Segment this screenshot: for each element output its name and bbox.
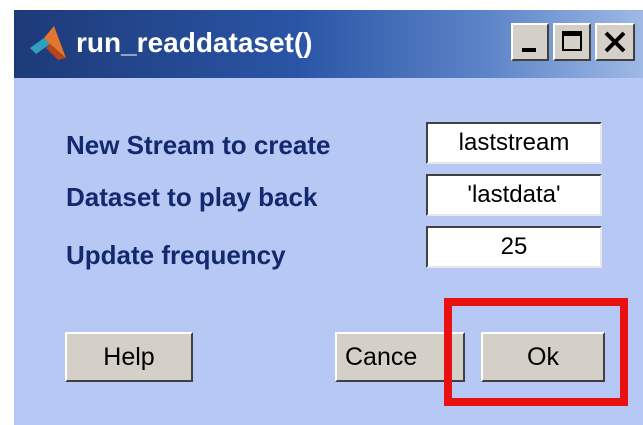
minimize-icon bbox=[522, 48, 536, 52]
close-button[interactable] bbox=[595, 23, 635, 61]
maximize-button[interactable] bbox=[553, 23, 591, 61]
new-stream-label: New Stream to create bbox=[66, 130, 331, 160]
title-bar[interactable]: run_readdataset() bbox=[14, 10, 643, 78]
new-stream-input[interactable]: laststream bbox=[426, 122, 602, 164]
matlab-logo-icon bbox=[30, 26, 66, 60]
close-icon bbox=[604, 31, 626, 53]
update-frequency-input[interactable]: 25 bbox=[426, 226, 602, 268]
minimize-button[interactable] bbox=[511, 23, 549, 61]
ok-highlight-box bbox=[444, 298, 628, 406]
dataset-input[interactable]: 'lastdata' bbox=[426, 174, 602, 216]
dataset-label: Dataset to play back bbox=[66, 182, 318, 212]
maximize-icon bbox=[562, 31, 582, 51]
window-title: run_readdataset() bbox=[76, 27, 313, 58]
update-frequency-label: Update frequency bbox=[66, 240, 286, 270]
help-button[interactable]: Help bbox=[65, 332, 193, 382]
